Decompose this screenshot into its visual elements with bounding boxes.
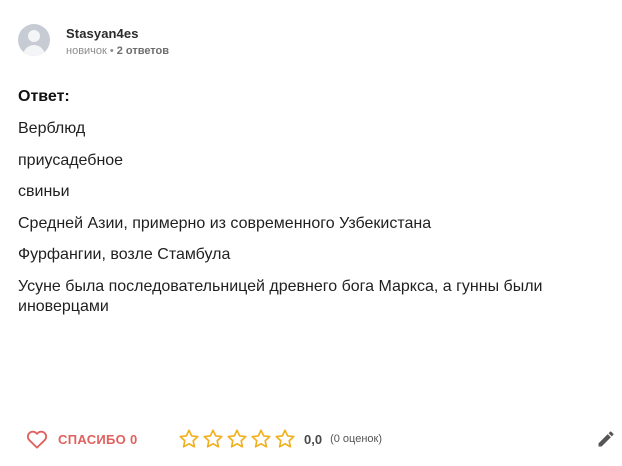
answer-lines: Верблюд приусадебное свиньи Средней Азии… bbox=[18, 119, 618, 317]
answer-body: Ответ: Верблюд приусадебное свиньи Средн… bbox=[18, 87, 618, 328]
author-block: Stasyan4es новичок • 2 ответов bbox=[18, 24, 169, 58]
rating-value: 0,0 bbox=[304, 431, 323, 447]
meta-separator: • bbox=[109, 45, 114, 57]
star-icon[interactable] bbox=[274, 428, 296, 450]
rating-widget: 0,0 (0 оценок) bbox=[178, 427, 382, 451]
author-rank: новичок bbox=[66, 45, 107, 57]
answer-line: свиньи bbox=[18, 183, 70, 200]
star-icon[interactable] bbox=[250, 428, 272, 450]
thanks-button[interactable]: СПАСИБО 0 bbox=[26, 427, 138, 451]
star-icon[interactable] bbox=[226, 428, 248, 450]
author-meta: новичок • 2 ответов bbox=[66, 44, 169, 58]
author-answers-count: 2 ответов bbox=[116, 45, 170, 57]
answer-footer: СПАСИБО 0 0,0 (0 оценок) bbox=[26, 427, 622, 451]
pencil-icon[interactable] bbox=[596, 429, 616, 449]
author-info: Stasyan4es новичок • 2 ответов bbox=[66, 26, 169, 58]
thanks-label: СПАСИБО 0 bbox=[58, 431, 138, 447]
answer-line: приусадебное bbox=[18, 151, 124, 169]
answer-line: Усуне была последовательницей древнего б… bbox=[18, 277, 543, 315]
answer-line: Фурфангии, возле Стамбула bbox=[18, 246, 231, 263]
answer-line: Средней Азии, примерно из современного У… bbox=[18, 214, 432, 232]
avatar[interactable] bbox=[18, 24, 50, 56]
heart-icon bbox=[26, 430, 48, 449]
avatar-body-shape bbox=[23, 45, 45, 56]
avatar-head-shape bbox=[28, 30, 40, 42]
rating-count: (0 оценок) bbox=[330, 433, 382, 445]
star-icon[interactable] bbox=[202, 428, 224, 450]
author-name[interactable]: Stasyan4es bbox=[66, 26, 169, 42]
answer-line: Верблюд bbox=[18, 120, 86, 137]
star-icon[interactable] bbox=[178, 428, 200, 450]
answer-label: Ответ: bbox=[18, 88, 70, 105]
